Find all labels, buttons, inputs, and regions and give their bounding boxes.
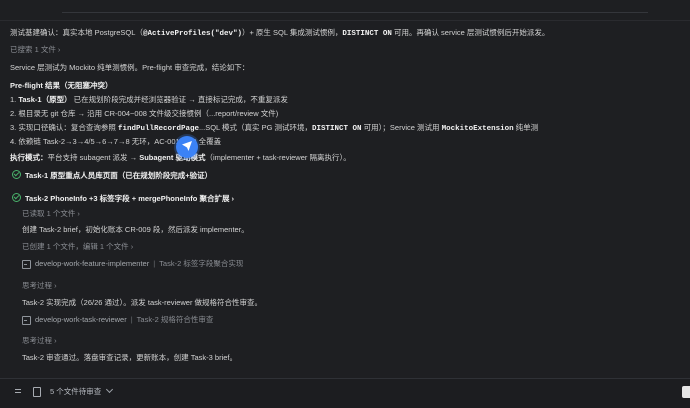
file-icon[interactable] xyxy=(30,385,42,397)
review-passed-line: Task-2 审查通过。落盘审查记录，更新账本，创建 Task-3 brief。 xyxy=(22,353,238,362)
preflight-item-1: 1. Task-1（原型） 已在规划阶段完成并经浏览器验证 → 直接标记完成，不… xyxy=(10,95,288,104)
bottom-bar: 5 个文件待审查 xyxy=(0,378,690,408)
searched-files-toggle[interactable]: 已搜索 1 文件 › xyxy=(10,45,60,54)
implementation-done-line: Task-2 实现完成（26/26 通过）。派发 task-reviewer 做… xyxy=(22,298,263,307)
create-brief-line: 创建 Task-2 brief，初始化账本 CR-009 段，然后派发 impl… xyxy=(22,225,249,234)
chat-thread: 测试基建确认：真实本地 PostgreSQL（@ActiveProfiles("… xyxy=(0,22,690,374)
infra-confirm-line: 测试基建确认：真实本地 PostgreSQL（@ActiveProfiles("… xyxy=(10,28,550,38)
created-files-toggle[interactable]: 已创建 1 个文件，编辑 1 个文件 › xyxy=(22,242,133,251)
task2-status[interactable]: Task-2 PhoneInfo +3 标签字段 + mergePhoneInf… xyxy=(12,193,234,203)
implementer-agent[interactable]: develop-work-feature-implementer | Task-… xyxy=(22,258,243,270)
task1-status[interactable]: Task-1 原型重点人员库页面（已在规划阶段完成+验证） xyxy=(12,170,212,180)
pending-files-dropdown[interactable]: 5 个文件待审查 xyxy=(50,387,112,396)
assistant-bird-icon xyxy=(176,136,198,158)
thinking-toggle-2[interactable]: 思考过程 › xyxy=(22,336,57,345)
reviewer-agent[interactable]: develop-work-task-reviewer | Task-2 规格符合… xyxy=(22,314,213,326)
thinking-toggle-1[interactable]: 思考过程 › xyxy=(22,281,57,290)
top-divider xyxy=(62,6,648,13)
service-test-line: Service 层测试为 Mockito 纯单测惯例。Pre-flight 审查… xyxy=(10,63,250,72)
right-edge-button[interactable] xyxy=(682,386,690,398)
preflight-item-3: 3. 实现口径确认：复合查询参照 findPullRecordPage...SQ… xyxy=(10,123,539,133)
terminal-icon xyxy=(22,315,31,325)
list-icon[interactable] xyxy=(12,385,24,397)
check-icon xyxy=(12,170,21,179)
check-icon xyxy=(12,193,21,202)
read-files-toggle[interactable]: 已读取 1 个文件 › xyxy=(22,209,80,218)
preflight-title: Pre-flight 结果（无阻塞冲突） xyxy=(10,81,113,90)
top-bar xyxy=(0,0,690,21)
preflight-item-2: 2. 根目录无 git 仓库 → 沿用 CR-004~008 文件级交接惯例（.… xyxy=(10,109,279,118)
terminal-icon xyxy=(22,259,31,269)
